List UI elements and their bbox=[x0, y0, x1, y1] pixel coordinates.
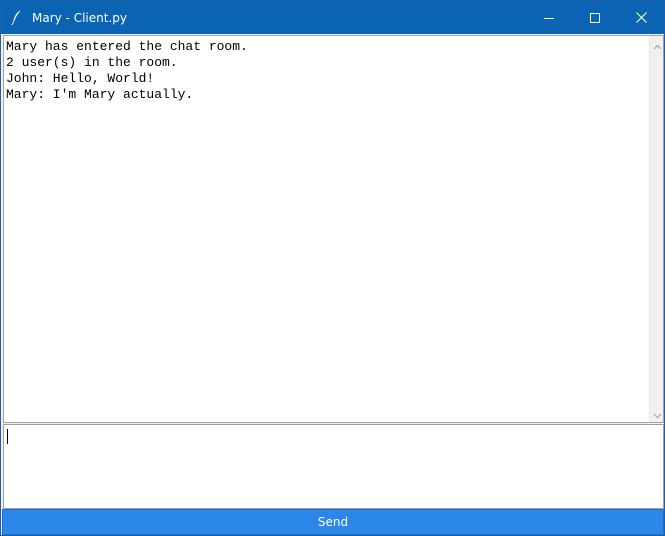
client-window: Mary - Client.py Mary has entered the ch… bbox=[0, 0, 665, 536]
feather-icon bbox=[10, 9, 24, 26]
minimize-button[interactable] bbox=[526, 1, 572, 34]
chevron-up-icon bbox=[653, 35, 662, 54]
scroll-up-button[interactable] bbox=[650, 37, 664, 52]
maximize-button[interactable] bbox=[572, 1, 618, 34]
chat-message: John: Hello, World! bbox=[6, 71, 155, 86]
message-input[interactable] bbox=[3, 424, 664, 509]
minimize-icon bbox=[544, 8, 554, 27]
chevron-down-icon bbox=[653, 404, 662, 423]
close-button[interactable] bbox=[618, 1, 664, 34]
scroll-down-button[interactable] bbox=[650, 406, 664, 421]
chat-message: Mary has entered the chat room. bbox=[6, 39, 248, 54]
maximize-icon bbox=[590, 8, 600, 27]
title-bar[interactable]: Mary - Client.py bbox=[1, 1, 664, 34]
send-button-label: Send bbox=[317, 515, 349, 529]
send-button[interactable]: Send bbox=[2, 509, 664, 535]
chat-message: 2 user(s) in the room. bbox=[6, 55, 178, 70]
close-icon bbox=[635, 8, 647, 27]
chat-scrollbar[interactable] bbox=[649, 35, 664, 423]
chat-message: Mary: I'm Mary actually. bbox=[6, 87, 194, 102]
window-title: Mary - Client.py bbox=[32, 11, 127, 25]
text-caret bbox=[7, 429, 8, 444]
chat-log[interactable]: Mary has entered the chat room. 2 user(s… bbox=[3, 35, 649, 423]
